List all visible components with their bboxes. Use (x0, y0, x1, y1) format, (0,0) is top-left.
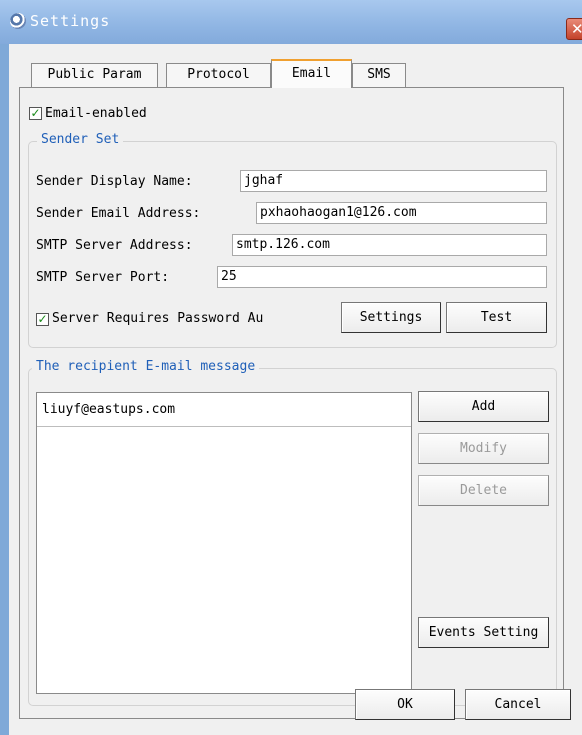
list-item[interactable]: liuyf@eastups.com (37, 393, 411, 427)
tab-protocol[interactable]: Protocol (166, 63, 271, 87)
close-button[interactable]: ✕ (566, 18, 582, 40)
smtp-port-label: SMTP Server Port: (36, 270, 170, 285)
tab-public-param[interactable]: Public Param (31, 63, 158, 87)
sender-email-field[interactable]: pxhaohaogan1@126.com (256, 202, 547, 224)
tab-sms[interactable]: SMS (352, 63, 406, 87)
delete-button[interactable]: Delete (418, 475, 549, 506)
tab-email[interactable]: Email (271, 59, 352, 88)
test-button[interactable]: Test (446, 302, 547, 333)
email-tab-panel: ✓ Email-enabled Sender Set Sender Displa… (19, 87, 564, 719)
email-enabled-checkbox[interactable]: ✓ (29, 107, 42, 120)
smtp-address-field[interactable]: smtp.126.com (232, 234, 547, 256)
add-button[interactable]: Add (418, 391, 549, 422)
ok-button[interactable]: OK (355, 689, 455, 720)
recipient-legend: The recipient E-mail message (32, 359, 260, 374)
window-title: Settings (30, 12, 111, 30)
close-icon: ✕ (571, 20, 582, 38)
email-enabled-label: Email-enabled (45, 106, 147, 121)
title-bar[interactable]: Settings ✕ (0, 0, 582, 44)
recipient-list[interactable]: liuyf@eastups.com (36, 392, 412, 694)
sender-email-label: Sender Email Address: (36, 206, 201, 221)
cancel-button[interactable]: Cancel (465, 689, 571, 720)
settings-window: Settings ✕ Public Param Protocol Email S… (0, 0, 582, 735)
app-icon (10, 13, 26, 29)
password-auth-label: Server Requires Password Au (52, 311, 264, 326)
smtp-address-label: SMTP Server Address: (36, 238, 193, 253)
sender-set-legend: Sender Set (37, 132, 124, 147)
events-setting-button[interactable]: Events Setting (418, 617, 549, 648)
smtp-port-field[interactable]: 25 (217, 266, 547, 288)
smtp-settings-button[interactable]: Settings (341, 302, 441, 333)
sender-display-name-label: Sender Display Name: (36, 174, 193, 189)
sender-display-name-field[interactable]: jghaf (240, 170, 547, 192)
dialog-body: Public Param Protocol Email SMS ✓ Email-… (9, 44, 582, 735)
modify-button[interactable]: Modify (418, 433, 549, 464)
password-auth-checkbox[interactable]: ✓ (36, 313, 49, 326)
